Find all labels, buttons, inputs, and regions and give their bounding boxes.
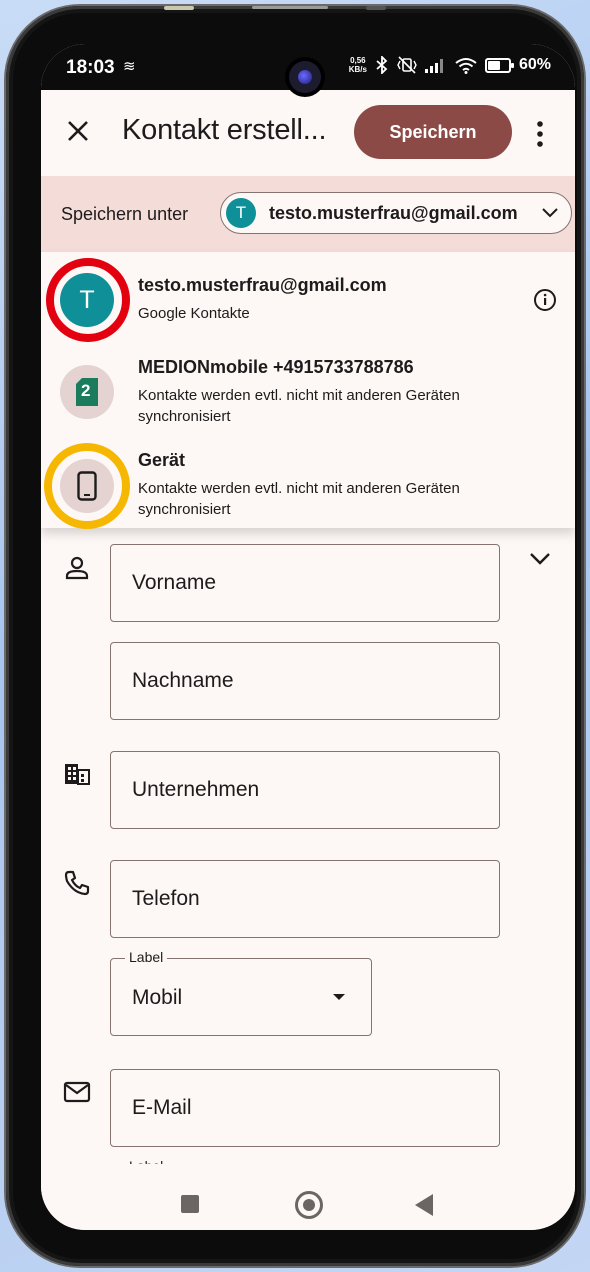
account-avatar: T <box>226 198 256 228</box>
status-icons: 0,56 KB/s 60% <box>349 56 551 74</box>
phone-icon <box>64 870 90 896</box>
first-name-field[interactable]: Vorname <box>110 544 500 622</box>
last-name-field[interactable]: Nachname <box>110 642 500 720</box>
save-under-banner: Speichern unter T testo.musterfrau@gmail… <box>41 176 575 252</box>
sim-number: 2 <box>81 381 91 400</box>
hardware-button <box>164 6 194 10</box>
google-account-avatar: T <box>60 273 114 327</box>
page-title: Kontakt erstell... <box>122 114 327 146</box>
battery-percent: 60% <box>518 56 551 73</box>
signal-icon <box>424 59 443 73</box>
phone-frame: 18:03 ≋ 0,56 KB/s 60% Kontakt erstell...… <box>6 6 584 1266</box>
email-field[interactable]: E-Mail <box>110 1069 500 1147</box>
recent-apps-button[interactable] <box>181 1195 199 1213</box>
option-title: MEDIONmobile +4915733788786 <box>138 357 414 377</box>
phone-label-select[interactable]: Label Mobil <box>110 949 372 1036</box>
bluetooth-icon <box>376 56 388 74</box>
company-field[interactable]: Unternehmen <box>110 751 500 829</box>
option-title: Gerät <box>138 450 186 470</box>
selected-account: testo.musterfrau@gmail.com <box>269 203 518 223</box>
network-speed: 0,56 KB/s <box>348 56 367 74</box>
app-bar: Kontakt erstell... Speichern <box>41 90 575 174</box>
sync-icon: ≋ <box>123 58 136 75</box>
option-subtitle: Kontakte werden evtl. nicht mit anderen … <box>138 480 460 518</box>
close-icon[interactable] <box>63 116 93 146</box>
expand-chevron-icon[interactable] <box>529 552 551 566</box>
dropdown-arrow-icon <box>333 994 345 1000</box>
battery-icon <box>484 57 514 73</box>
more-options-icon[interactable] <box>536 120 544 148</box>
account-option-google[interactable]: T testo.musterfrau@gmail.com Google Kont… <box>41 252 575 342</box>
info-icon[interactable] <box>533 288 557 312</box>
home-button[interactable] <box>295 1191 323 1219</box>
option-subtitle: Kontakte werden evtl. nicht mit anderen … <box>138 387 460 425</box>
option-subtitle: Google Kontakte <box>138 305 250 322</box>
account-option-device[interactable]: Gerät Kontakte werden evtl. nicht mit an… <box>41 438 575 529</box>
screen: 18:03 ≋ 0,56 KB/s 60% Kontakt erstell...… <box>41 44 575 1230</box>
company-icon <box>65 764 90 785</box>
email-icon <box>63 1081 91 1103</box>
speaker-grille <box>252 6 328 9</box>
vibrate-off-icon <box>397 56 417 74</box>
wifi-icon <box>455 57 477 74</box>
hardware-button <box>366 6 386 10</box>
account-selector[interactable]: T testo.musterfrau@gmail.com <box>220 192 572 234</box>
sim-card-icon: 2 <box>60 365 114 419</box>
navigation-bar <box>41 1164 575 1230</box>
phone-field[interactable]: Telefon <box>110 860 500 938</box>
status-time: 18:03 <box>66 57 115 78</box>
account-option-sim[interactable]: 2 MEDIONmobile +4915733788786 Kontakte w… <box>41 344 575 434</box>
person-icon <box>65 556 89 580</box>
account-dropdown: T testo.musterfrau@gmail.com Google Kont… <box>41 252 575 529</box>
front-camera <box>289 61 321 93</box>
option-title: testo.musterfrau@gmail.com <box>138 275 387 295</box>
status-bar: 18:03 ≋ 0,56 KB/s 60% <box>41 44 575 93</box>
save-under-label: Speichern unter <box>61 204 189 224</box>
back-button[interactable] <box>415 1194 433 1216</box>
save-button[interactable]: Speichern <box>354 105 512 159</box>
device-icon <box>60 459 114 513</box>
chevron-down-icon <box>542 208 558 218</box>
